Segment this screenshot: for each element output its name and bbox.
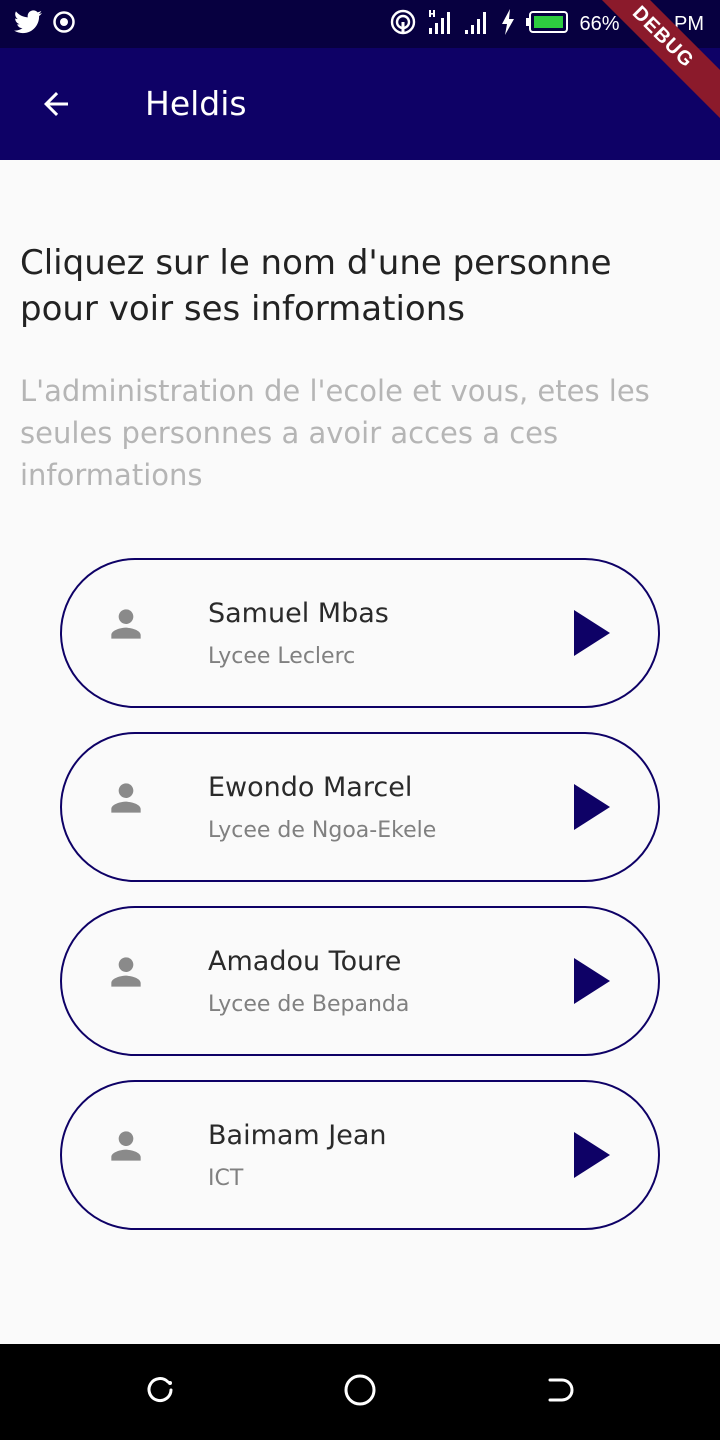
system-nav-bar (0, 1344, 720, 1440)
recents-button[interactable] (140, 1372, 180, 1412)
person-icon (104, 1124, 148, 1168)
status-left-icons (14, 10, 76, 38)
recents-icon (144, 1374, 176, 1410)
person-icon (104, 950, 148, 994)
play-arrow-icon[interactable] (572, 784, 612, 830)
person-card[interactable]: Baimam Jean ICT (60, 1080, 660, 1230)
person-card[interactable]: Samuel Mbas Lycee Leclerc (60, 558, 660, 708)
person-card[interactable]: Ewondo Marcel Lycee de Ngoa-Ekele (60, 732, 660, 882)
home-button[interactable] (340, 1372, 380, 1412)
app-bar: Heldis (0, 48, 720, 160)
play-arrow-icon[interactable] (572, 958, 612, 1004)
battery-percent: 66% (579, 12, 620, 35)
charging-icon (501, 9, 515, 39)
hotspot-icon (389, 8, 417, 40)
person-school: Lycee Leclerc (208, 644, 356, 669)
twitter-icon (14, 10, 42, 38)
play-arrow-icon[interactable] (572, 1132, 612, 1178)
page-title: Heldis (145, 84, 247, 123)
back-button[interactable] (30, 80, 82, 132)
arrow-back-icon (38, 86, 74, 126)
person-icon (104, 602, 148, 646)
person-name: Baimam Jean (208, 1120, 387, 1151)
back-nav-button[interactable] (540, 1372, 580, 1412)
person-name: Samuel Mbas (208, 598, 389, 629)
person-name: Ewondo Marcel (208, 772, 413, 803)
play-arrow-icon[interactable] (572, 610, 612, 656)
instruction-heading: Cliquez sur le nom d'une personne pour v… (20, 243, 612, 329)
person-icon (104, 776, 148, 820)
back-nav-icon (544, 1374, 576, 1410)
person-school: Lycee de Bepanda (208, 992, 410, 1017)
signal-icon (463, 8, 491, 40)
home-icon (343, 1373, 377, 1411)
person-school: Lycee de Ngoa-Ekele (208, 818, 437, 843)
person-name: Amadou Toure (208, 946, 402, 977)
person-list: Samuel Mbas Lycee Leclerc Ewondo Marcel … (60, 558, 660, 1254)
battery-icon (525, 11, 569, 37)
person-card[interactable]: Amadou Toure Lycee de Bepanda (60, 906, 660, 1056)
signal-h-plus-icon (427, 8, 453, 40)
record-icon (52, 10, 76, 38)
person-school: ICT (208, 1166, 244, 1191)
privacy-note: L'administration de l'ecole et vous, ete… (20, 374, 650, 492)
